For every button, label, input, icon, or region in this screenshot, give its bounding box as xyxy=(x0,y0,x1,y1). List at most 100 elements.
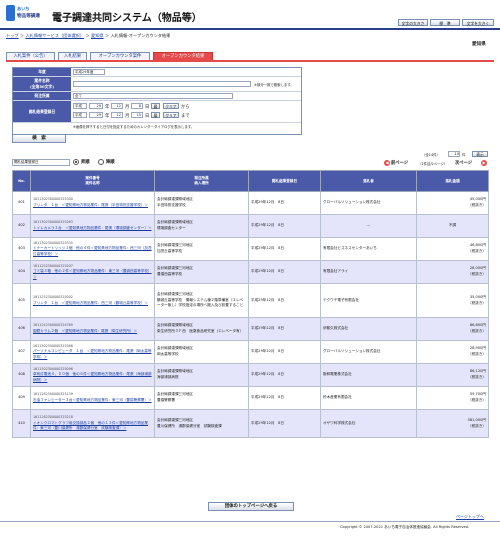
to-year-input[interactable]: 29 xyxy=(89,112,103,118)
logo[interactable]: あいち 物品等調達 xyxy=(6,5,46,25)
to-clear-button[interactable]: クリア xyxy=(163,112,179,118)
case-name-link[interactable]: トイレカメラ３台 ＜愛知県地方物品業件：尾張（環境調査センター）＞ xyxy=(33,226,152,232)
next-page-icon[interactable]: ▶ xyxy=(481,160,487,166)
to-era-select[interactable]: 平成 xyxy=(73,112,87,118)
to-day-input[interactable]: 15 xyxy=(131,112,143,118)
page-top-link[interactable]: ページトップへ xyxy=(456,514,484,520)
case-name-link[interactable]: ゴミ袋３箱 他の２件＜愛知県地方物品業件：東三河（豊橋西高等学校）＞ xyxy=(33,269,152,280)
cell-amount: 86,120円 （税抜き） xyxy=(416,363,489,387)
cell-org: 会計局調達課県域地区 海部浦部病院 xyxy=(154,363,249,387)
to-year-unit: 年 xyxy=(105,114,110,119)
logo-bottom-text: 物品等調達 xyxy=(17,14,40,19)
footer-divider xyxy=(0,521,500,522)
page-info: （1件目/2ページ） xyxy=(418,162,448,166)
tab-open-counter-results[interactable]: オープンカウンタ結果 xyxy=(153,52,213,60)
to-calendar-icon[interactable]: 暦 xyxy=(151,112,160,118)
cell-amount: 35,000円 （税抜き） xyxy=(416,283,489,318)
page-title: 電子調達共同システム（物品等） xyxy=(52,13,202,24)
date-note: ※画像を押下すると日付を指定するためのカレンダーダイアログを表示します。 xyxy=(73,125,195,129)
case-name-input[interactable] xyxy=(73,81,251,87)
from-suffix: から xyxy=(181,105,190,110)
breadcrumb-item-top[interactable]: トップ xyxy=(6,33,19,38)
copyright: Copyright © 2007-2021 あいち電子自治体推進協議会. All… xyxy=(340,525,470,529)
cell-no: 403 xyxy=(12,237,31,261)
per-page-select[interactable]: 10 xyxy=(448,151,460,157)
font-size-large-button[interactable]: 文字を大きく xyxy=(462,19,494,26)
search-form: 年度 平成29年度 案件名称 (全角50文字) ※部分一致で検索します。 発注所… xyxy=(12,67,302,135)
cell-date: 平成29年12月 8日 xyxy=(248,283,321,318)
case-name-link[interactable]: イオンクロマトグラフ用交換部品２個 他の１３件＜愛知県地方物品業件：東三河（豊川… xyxy=(33,421,152,432)
cell-winner: 鈴木産業有限会社 xyxy=(320,386,417,410)
case-name-link[interactable]: 園鏡カラム２個 ＜愛知県地方物品業件：尾張（衛生研究所）＞ xyxy=(33,329,152,335)
back-to-org-top-button[interactable]: 団体のトップページへ戻る xyxy=(208,502,294,511)
amount-tax-note: （税抜き） xyxy=(468,329,486,333)
prev-page-icon[interactable]: ◀ xyxy=(384,160,390,166)
cell-org: 会計局調達課三河地区 鶴城丘高等学校 情報システム棟２階準備室（エレベーター無し）… xyxy=(154,283,249,318)
cell-case: 1611282300000325139 石油ファンヒーター３台＜愛知県地方物品業件… xyxy=(30,386,155,410)
case-name-note: ※部分一致で検索します。 xyxy=(254,83,294,87)
logo-top-text: あいち xyxy=(17,6,30,11)
cell-no: 402 xyxy=(12,214,31,238)
delivery-place: 半田特別支援学校 xyxy=(157,203,186,207)
case-name-link[interactable]: トナーカートリッジ１個 他の４件＜愛知県地方物品業件：西三河（加茂丘高等学校）＞ xyxy=(33,246,152,257)
from-calendar-icon[interactable]: 暦 xyxy=(151,103,160,109)
cell-org: 会計局調達課県域地区 衛生研究所３Ｆ西 医薬食品研究室（エレベータ有） xyxy=(154,317,249,341)
breadcrumb-item-service[interactable]: 入札情報サービス（団体選択） xyxy=(25,33,84,38)
col-date: 開札結果登録日 xyxy=(248,170,321,192)
tab-bid-notice[interactable]: 入札案件（公告） xyxy=(6,52,55,60)
table-row: 406 1611242300000324769 園鏡カラム２個 ＜愛知県地方物品業件… xyxy=(12,317,489,341)
from-year-unit: 年 xyxy=(105,105,110,110)
case-name-link[interactable]: プリンタ １台 ＜愛知県地方物品業件：尾張（半田特別支援学校）＞ xyxy=(33,203,152,209)
sort-desc-label: 降順 xyxy=(106,160,115,165)
cell-winner: 阪和電業株式会社 xyxy=(320,363,417,387)
paging-total: （全14件） xyxy=(422,153,440,157)
case-name-label-sub: (全角50文字) xyxy=(30,84,54,89)
col-case-name: 案件名称 xyxy=(85,181,100,185)
amount-value: 不調 xyxy=(448,223,457,228)
from-year-input[interactable]: 29 xyxy=(89,103,103,109)
year-select[interactable]: 平成29年度 xyxy=(73,69,105,75)
col-delivery: 納入場所 xyxy=(194,181,209,185)
to-month-input[interactable]: 12 xyxy=(111,112,123,118)
tab-bid-results[interactable]: 入札結果 xyxy=(58,52,87,60)
case-name-link[interactable]: 石油ファンヒーター３台＜愛知県地方物品業件：東三河（豊橋警察署）＞ xyxy=(33,398,152,404)
per-page-show-button[interactable]: 表示 xyxy=(472,151,488,157)
col-winner: 落札者 xyxy=(320,170,417,192)
delivery-place: 豊橋警察署 xyxy=(157,398,175,402)
sort-desc-radio[interactable] xyxy=(98,159,104,165)
cell-date: 平成29年12月 8日 xyxy=(248,237,321,261)
from-era-select[interactable]: 平成 xyxy=(73,103,87,109)
case-name-link[interactable]: パーソナルコンピュータ １台 ＜愛知県地方物品業件：尾張（岡太高等学校）＞ xyxy=(33,349,152,360)
cell-no: 401 xyxy=(12,191,31,215)
amount-tax-note: （税抜き） xyxy=(468,352,486,356)
breadcrumb-separator: ＞ xyxy=(104,33,110,38)
font-size-standard-button[interactable]: 標 準 xyxy=(430,19,460,26)
org-select[interactable]: 全て xyxy=(73,93,233,99)
delivery-place: 豊橋西高等学校 xyxy=(157,272,183,276)
cell-org: 会計局調達課県域地区 岡太高等学校 xyxy=(154,340,249,364)
search-button[interactable]: 検 索 xyxy=(12,134,66,143)
breadcrumb-item-org[interactable]: 愛知県 xyxy=(91,33,104,38)
from-clear-button[interactable]: クリア xyxy=(163,103,179,109)
sort-asc-radio[interactable] xyxy=(73,159,79,165)
results-table: No. 案件番号 案件名称 発注所属 納入場所 開札結果登録日 落札者 落札金額 4… xyxy=(12,170,489,438)
delivery-place: 鶴城丘高等学校 情報システム棟２階準備室（エレベーター無し）学校指定の場所へ搬入… xyxy=(157,297,244,308)
col-case: 案件番号 案件名称 xyxy=(30,170,155,192)
from-month-input[interactable]: 12 xyxy=(111,103,123,109)
cell-org: 会計局調達課三河地区 加茂丘高等学校 xyxy=(154,237,249,261)
breadcrumb-item-current: 入札情報-オープンカウンタ結果 xyxy=(110,33,171,38)
prev-page-link[interactable]: 前ページ xyxy=(391,160,408,166)
cell-winner: グローバルソリューション株式会社 xyxy=(320,340,417,364)
tab-open-counter-cases[interactable]: オープンカウンタ案件 xyxy=(90,52,150,60)
org-label: 発注所属 xyxy=(13,92,71,100)
case-name-link[interactable]: プリンタ １台 ＜愛知県地方物品業件：西三河（鶴城丘高等学校）＞ xyxy=(33,301,152,307)
cell-no: 407 xyxy=(12,340,31,364)
case-name-link[interactable]: 卓有灯電池４，００個 他の６件＜愛知県地方物品業件：尾張（海部浦部病院）＞ xyxy=(33,372,152,383)
next-page-link[interactable]: 次ページ xyxy=(455,160,472,166)
logo-icon xyxy=(6,5,15,21)
user-org: 愛知県 xyxy=(472,42,486,47)
sort-select[interactable]: 開札結果登録日 xyxy=(12,159,70,166)
from-day-input[interactable]: 8 xyxy=(131,103,143,109)
cell-amount: 46,800円 （税抜き） xyxy=(416,237,489,261)
from-month-unit: 月 xyxy=(125,105,130,110)
